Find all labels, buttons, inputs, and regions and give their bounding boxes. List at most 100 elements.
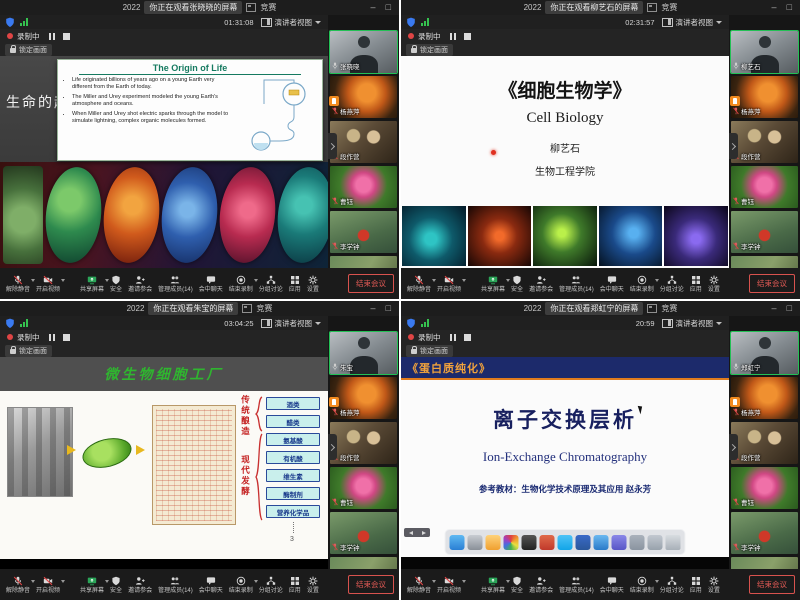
end-meeting-button[interactable]: 结束会议 [749, 274, 795, 293]
maximize-button[interactable]: □ [386, 3, 391, 12]
stop-recording-button[interactable] [61, 333, 72, 342]
unmute-button[interactable]: 解除静音 [406, 576, 432, 594]
invite-button[interactable]: 邀请参会 [528, 576, 554, 594]
chat-button[interactable]: 会中聊天 [198, 576, 224, 594]
chat-button[interactable]: 会中聊天 [599, 275, 625, 293]
breakout-rooms-button[interactable]: 分组讨论 [258, 576, 284, 594]
start-video-button[interactable]: 开启视频 [35, 275, 61, 293]
video-tile-presenter[interactable]: 郑虹宁 [731, 332, 798, 374]
video-tile-partial[interactable] [731, 256, 798, 268]
video-tile-partial[interactable] [330, 557, 397, 569]
breakout-rooms-button[interactable]: 分组讨论 [258, 275, 284, 293]
chat-button[interactable]: 会中聊天 [599, 576, 625, 594]
end-meeting-button[interactable]: 结束会议 [749, 575, 795, 594]
end-meeting-button[interactable]: 结束会议 [348, 274, 394, 293]
apps-button[interactable]: 应用 [288, 576, 302, 594]
breakout-rooms-button[interactable]: 分组讨论 [659, 275, 685, 293]
video-tile[interactable]: 杨燕萍 [330, 76, 397, 118]
security-button[interactable]: 安全 [510, 576, 524, 594]
share-screen-button[interactable]: 共享屏幕 [480, 275, 506, 293]
end-meeting-button[interactable]: 结束会议 [348, 575, 394, 594]
video-tile[interactable]: 曹钰 [731, 166, 798, 208]
maximize-button[interactable]: □ [787, 3, 792, 12]
pause-recording-button[interactable] [448, 333, 458, 342]
invite-button[interactable]: 邀请参会 [127, 275, 153, 293]
stop-record-button[interactable]: 结束录制 [228, 275, 254, 293]
unmute-button[interactable]: 解除静音 [5, 576, 31, 594]
video-tile-presenter[interactable]: 张晓晓 [330, 31, 397, 73]
start-video-button[interactable]: 开启视频 [35, 576, 61, 594]
video-tile[interactable]: 曹钰 [330, 166, 397, 208]
chat-button[interactable]: 会中聊天 [198, 275, 224, 293]
video-tile[interactable]: 李学钟 [731, 211, 798, 253]
start-video-button[interactable]: 开启视频 [436, 576, 462, 594]
video-tile[interactable]: 杨燕萍 [731, 377, 798, 419]
settings-button[interactable]: 设置 [707, 275, 721, 293]
video-tile[interactable]: 杨燕萍 [330, 377, 397, 419]
manage-members-button[interactable]: 管理成员(14) [558, 275, 595, 293]
settings-button[interactable]: 设置 [306, 576, 320, 594]
caret-down-icon[interactable] [462, 580, 466, 583]
video-tile[interactable]: 曹钰 [731, 467, 798, 509]
maximize-button[interactable]: □ [386, 304, 391, 313]
share-screen-button[interactable]: 共享屏幕 [480, 576, 506, 594]
settings-button[interactable]: 设置 [707, 576, 721, 594]
sidebar-collapse-handle[interactable] [729, 434, 738, 460]
stop-recording-button[interactable] [61, 32, 72, 41]
invite-button[interactable]: 邀请参会 [528, 275, 554, 293]
sidebar-collapse-handle[interactable] [328, 434, 337, 460]
video-tile[interactable]: 曹钰 [330, 467, 397, 509]
video-tile[interactable]: 段作营 [330, 422, 397, 464]
view-selector[interactable]: 演讲者视图 [259, 17, 324, 28]
video-tile-partial[interactable] [330, 256, 397, 268]
minimize-button[interactable]: – [371, 3, 376, 12]
minimize-button[interactable]: – [772, 304, 777, 313]
unmute-button[interactable]: 解除静音 [406, 275, 432, 293]
breakout-rooms-button[interactable]: 分组讨论 [659, 576, 685, 594]
apps-button[interactable]: 应用 [689, 275, 703, 293]
minimize-button[interactable]: – [371, 304, 376, 313]
lock-view-button[interactable]: 锁定画面 [5, 345, 52, 357]
manage-members-button[interactable]: 管理成员(14) [558, 576, 595, 594]
video-tile[interactable]: 杨燕萍 [731, 76, 798, 118]
manage-members-button[interactable]: 管理成员(14) [157, 275, 194, 293]
view-selector[interactable]: 演讲者视图 [660, 318, 725, 329]
apps-button[interactable]: 应用 [288, 275, 302, 293]
lock-view-button[interactable]: 锁定画面 [5, 44, 52, 56]
caret-down-icon[interactable] [61, 279, 65, 282]
pause-recording-button[interactable] [448, 32, 458, 41]
video-tile-presenter[interactable]: 柳艺石 [731, 31, 798, 73]
video-tile[interactable]: 段作营 [731, 121, 798, 163]
maximize-button[interactable]: □ [787, 304, 792, 313]
caret-down-icon[interactable] [61, 580, 65, 583]
stop-recording-button[interactable] [462, 333, 473, 342]
video-tile[interactable]: 李学钟 [330, 211, 397, 253]
video-tile[interactable]: 段作营 [731, 422, 798, 464]
pause-recording-button[interactable] [47, 32, 57, 41]
video-tile[interactable]: 李学钟 [330, 512, 397, 554]
share-screen-button[interactable]: 共享屏幕 [79, 576, 105, 594]
video-tile[interactable]: 段作营 [330, 121, 397, 163]
view-selector[interactable]: 演讲者视图 [259, 318, 324, 329]
security-button[interactable]: 安全 [510, 275, 524, 293]
lock-view-button[interactable]: 锁定画面 [406, 44, 453, 56]
sidebar-collapse-handle[interactable] [328, 133, 337, 159]
video-tile-presenter[interactable]: 朱宝 [330, 332, 397, 374]
security-button[interactable]: 安全 [109, 275, 123, 293]
minimize-button[interactable]: – [772, 3, 777, 12]
pause-recording-button[interactable] [47, 333, 57, 342]
lock-view-button[interactable]: 锁定画面 [406, 345, 453, 357]
stop-record-button[interactable]: 结束录制 [228, 576, 254, 594]
stop-recording-button[interactable] [462, 32, 473, 41]
invite-button[interactable]: 邀请参会 [127, 576, 153, 594]
stop-record-button[interactable]: 结束录制 [629, 576, 655, 594]
sidebar-collapse-handle[interactable] [729, 133, 738, 159]
start-video-button[interactable]: 开启视频 [436, 275, 462, 293]
video-tile-partial[interactable] [731, 557, 798, 569]
caret-down-icon[interactable] [462, 279, 466, 282]
security-button[interactable]: 安全 [109, 576, 123, 594]
apps-button[interactable]: 应用 [689, 576, 703, 594]
video-tile[interactable]: 李学钟 [731, 512, 798, 554]
manage-members-button[interactable]: 管理成员(14) [157, 576, 194, 594]
stop-record-button[interactable]: 结束录制 [629, 275, 655, 293]
